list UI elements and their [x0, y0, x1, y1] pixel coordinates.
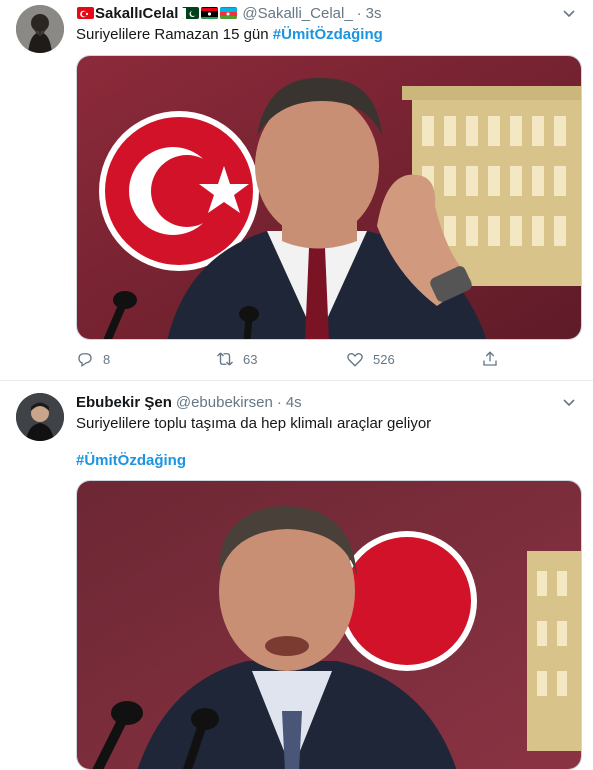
turkey-flag-icon	[77, 7, 94, 19]
tweet[interactable]: Ebubekir Şen @ebubekirsen · 4s Suriyelil…	[0, 381, 593, 770]
photo-politician-speaking	[77, 481, 581, 769]
pakistan-flag-icon	[182, 7, 200, 19]
hashtag-link[interactable]: #ÜmitÖzdağing	[273, 26, 383, 43]
chevron-down-icon[interactable]	[561, 5, 577, 21]
separator-dot: ·	[356, 4, 362, 22]
tweet-photo[interactable]	[76, 480, 582, 770]
tweet-text: Suriyelilere Ramazan 15 gün #ÜmitÖzdağin…	[76, 25, 577, 45]
tweet-actions: 8 63 526	[76, 348, 506, 370]
tweet[interactable]: SakallıCelal @Sakalli_Celal_ · 3s Suriye…	[0, 0, 593, 381]
tweet-header: Ebubekir Şen @ebubekirsen · 4s	[76, 392, 577, 412]
photo-politician-gesturing	[77, 56, 581, 339]
tweet-time[interactable]: 4s	[286, 394, 302, 411]
reply-count: 8	[103, 351, 111, 367]
tweet-body: Suriyelilere toplu taşıma da hep klimalı…	[76, 415, 432, 432]
share-button[interactable]	[481, 348, 508, 370]
reply-icon	[78, 353, 92, 368]
azerbaijan-flag-icon	[220, 7, 238, 19]
retweet-icon	[217, 352, 233, 366]
share-icon	[483, 351, 497, 366]
heart-icon	[347, 352, 363, 367]
hashtag-link[interactable]: #ÜmitÖzdağing	[76, 451, 186, 471]
avatar[interactable]	[16, 5, 64, 53]
tweet-time[interactable]: 3s	[366, 5, 382, 22]
retweet-count: 63	[243, 351, 258, 367]
like-count: 526	[373, 351, 395, 367]
reply-button[interactable]: 8	[76, 348, 110, 370]
libya-flag-icon	[201, 7, 219, 19]
chevron-down-icon[interactable]	[561, 394, 577, 410]
like-button[interactable]: 526	[346, 348, 395, 370]
avatar[interactable]	[16, 393, 64, 441]
tweet-photo[interactable]	[76, 55, 582, 340]
user-name[interactable]: SakallıCelal	[95, 5, 178, 22]
separator-dot: ·	[276, 393, 282, 411]
user-name[interactable]: Ebubekir Şen	[76, 394, 172, 411]
tweet-header: SakallıCelal @Sakalli_Celal_ · 3s	[76, 3, 577, 23]
tweet-body: Suriyelilere Ramazan 15 gün	[76, 26, 269, 43]
user-handle[interactable]: @Sakalli_Celal_	[242, 5, 352, 22]
user-handle[interactable]: @ebubekirsen	[176, 394, 273, 411]
retweet-button[interactable]: 63	[216, 348, 257, 370]
